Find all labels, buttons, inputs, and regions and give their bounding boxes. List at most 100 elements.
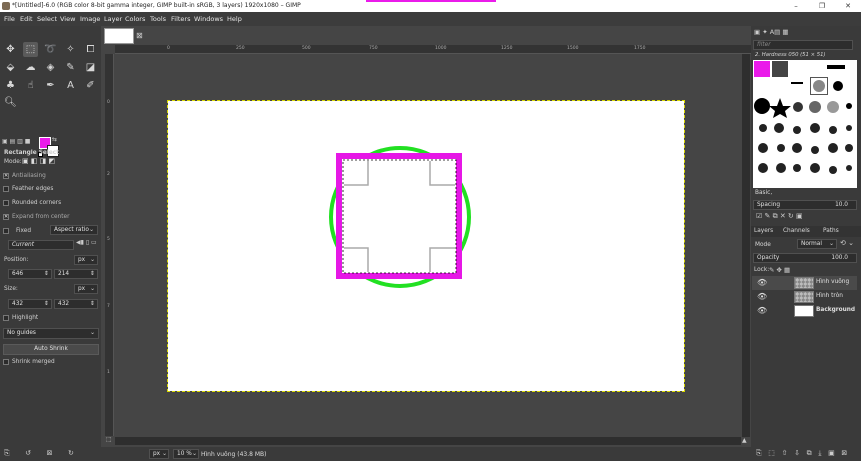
tab-paths[interactable]: Paths bbox=[823, 228, 839, 234]
layer-row[interactable]: 👁︎ Hình tròn bbox=[752, 290, 857, 304]
brush-name: 2. Hardness 050 (51 × 51) bbox=[755, 52, 826, 58]
fuzzy-select-tool-icon[interactable]: ✧ bbox=[63, 42, 78, 57]
transform-tool-icon[interactable]: ⬙ bbox=[3, 60, 18, 75]
ruler-v-label: 2 bbox=[107, 172, 110, 177]
rounded-corners-label: Rounded corners bbox=[12, 200, 62, 206]
lock-icons[interactable]: ✎ ✥ ▦ bbox=[769, 266, 790, 274]
right-dock: ▣ ✦ A▤ ▦ filter 2. Hardness 050 (51 × 51… bbox=[751, 26, 861, 461]
fixed-value-buttons[interactable]: ◀▮ ▯ ▭ bbox=[76, 239, 97, 246]
zoom-select[interactable]: 10 % ⌄ bbox=[173, 449, 199, 459]
maximize-button[interactable]: ❐ bbox=[809, 0, 835, 12]
layer-mode-select[interactable]: Normal ⌄ bbox=[797, 239, 837, 249]
paths-tool-icon[interactable]: ✒ bbox=[43, 78, 58, 93]
unit-select[interactable]: px ⌄ bbox=[149, 449, 169, 459]
position-label: Position: bbox=[4, 257, 29, 263]
lasso-tool-icon[interactable]: ➰ bbox=[43, 42, 58, 57]
rect-select-tool-icon[interactable]: ⬚ bbox=[23, 42, 38, 57]
close-tab-icon[interactable]: ⊠ bbox=[136, 31, 143, 40]
fixed-mode-select[interactable]: Aspect ratio ⌄ bbox=[50, 225, 98, 235]
brush-preset-label: Basic, bbox=[755, 190, 773, 196]
menu-view[interactable]: View bbox=[60, 12, 75, 26]
size-unit-select[interactable]: px ⌄ bbox=[74, 284, 98, 294]
ruler-h-label: 1750 bbox=[634, 46, 646, 51]
tool-options-tab-icons[interactable]: ▣ ▤ ▥ ■ bbox=[2, 138, 30, 145]
crop-tool-icon[interactable]: ⧠ bbox=[83, 42, 98, 57]
menu-windows[interactable]: Windows bbox=[194, 12, 223, 26]
color-picker-tool-icon[interactable]: ✐ bbox=[83, 78, 98, 93]
guides-select[interactable]: No guides ⌄ bbox=[3, 328, 99, 339]
eye-icon[interactable]: 👁︎ bbox=[757, 292, 767, 301]
warp-tool-icon[interactable]: ☁ bbox=[23, 60, 38, 75]
shrink-merged-checkbox[interactable] bbox=[3, 359, 9, 365]
size-width-input[interactable]: 432 ⇕ bbox=[8, 299, 52, 309]
menu-tools[interactable]: Tools bbox=[150, 12, 166, 26]
position-unit-select[interactable]: px ⌄ bbox=[74, 255, 98, 265]
layer-action-buttons[interactable]: ⎘ ⬚ ⇧ ⇩ ⧉ ⤓ ▣ ⊠ bbox=[756, 449, 847, 458]
rounded-corners-checkbox[interactable] bbox=[3, 200, 9, 206]
menu-layer[interactable]: Layer bbox=[104, 12, 122, 26]
paintbrush-tool-icon[interactable]: ✎ bbox=[63, 60, 78, 75]
eye-icon[interactable]: 👁︎ bbox=[757, 278, 767, 287]
quick-mask-icon[interactable]: ⬚ bbox=[106, 436, 112, 443]
zoom-tool-icon[interactable]: 🔍︎ bbox=[3, 95, 18, 110]
brush-action-buttons[interactable]: ☑ ✎ ⧉ ✕ ↻ ▣ bbox=[756, 212, 803, 221]
ruler-h-label: 250 bbox=[236, 46, 245, 51]
auto-shrink-button[interactable]: Auto Shrink bbox=[3, 344, 99, 355]
menu-select[interactable]: Select bbox=[37, 12, 57, 26]
vertical-scrollbar[interactable] bbox=[742, 54, 750, 437]
menu-help[interactable]: Help bbox=[227, 12, 242, 26]
layer-row[interactable]: 👁︎ Background bbox=[752, 304, 857, 318]
tab-channels[interactable]: Channels bbox=[783, 228, 810, 234]
layer-mode-extra-icons[interactable]: ⟲ ⌄ bbox=[840, 239, 854, 247]
close-window-button[interactable]: ✕ bbox=[835, 0, 861, 12]
menu-filters[interactable]: Filters bbox=[171, 12, 190, 26]
dock-tab-icons[interactable]: ▣ ✦ A▤ ▦ bbox=[754, 28, 789, 36]
antialiasing-checkbox[interactable]: ✕ bbox=[3, 173, 9, 179]
tab-layers[interactable]: Layers bbox=[754, 228, 773, 234]
ruler-v-label: 1 bbox=[107, 370, 110, 375]
text-tool-icon[interactable]: A bbox=[63, 78, 78, 93]
image-tab-thumbnail[interactable] bbox=[104, 28, 134, 44]
spacing-slider[interactable]: Spacing 10.0 bbox=[753, 200, 857, 210]
layer-row[interactable]: 👁︎ Hình vuông bbox=[752, 276, 857, 290]
menu-file[interactable]: File bbox=[4, 12, 15, 26]
ruler-h-label: 500 bbox=[302, 46, 311, 51]
eye-icon[interactable]: 👁︎ bbox=[757, 306, 767, 315]
horizontal-scrollbar[interactable] bbox=[115, 437, 741, 445]
toolbox: ✥ ⬚ ➰ ✧ ⧠ ⬙ ☁ ◈ ✎ ◪ ♣ ☝ ✒ A ✐ 🔍︎ ⇆ ▣ ▤ ▥… bbox=[0, 26, 101, 461]
brush-grid[interactable] bbox=[753, 60, 857, 188]
navigate-icon[interactable]: ▲ bbox=[742, 437, 747, 444]
clone-tool-icon[interactable]: ♣ bbox=[3, 78, 18, 93]
ruler-v-label: 7 bbox=[107, 304, 110, 309]
eraser-tool-icon[interactable]: ◪ bbox=[83, 60, 98, 75]
fixed-label: Fixed bbox=[16, 228, 32, 234]
image-canvas[interactable] bbox=[167, 100, 685, 392]
menu-image[interactable]: Image bbox=[80, 12, 100, 26]
menu-bar: File Edit Select View Image Layer Colors… bbox=[0, 12, 861, 26]
brush-previews bbox=[754, 65, 853, 174]
minimize-button[interactable]: – bbox=[783, 0, 809, 12]
position-x-input[interactable]: 646 ⇕ bbox=[8, 269, 52, 279]
move-tool-icon[interactable]: ✥ bbox=[3, 42, 18, 57]
menu-colors[interactable]: Colors bbox=[125, 12, 145, 26]
brush-filter-input[interactable]: filter bbox=[753, 40, 853, 50]
fixed-checkbox[interactable] bbox=[3, 228, 9, 234]
highlight-label: Highlight bbox=[12, 315, 39, 321]
mode-label: Mode: bbox=[4, 159, 22, 165]
layer-thumbnail bbox=[794, 305, 814, 317]
selection-mode-buttons[interactable]: ▣ ◧ ◨ ◩ bbox=[22, 157, 55, 165]
tool-options-footer-buttons[interactable]: ⎘ ↺ ⊠ ↻ bbox=[4, 449, 100, 458]
tool-options-title: Rectangle Select bbox=[4, 150, 59, 156]
opacity-slider[interactable]: Opacity 100.0 bbox=[753, 253, 857, 263]
bucket-fill-tool-icon[interactable]: ◈ bbox=[43, 60, 58, 75]
fixed-value-input[interactable]: Current bbox=[8, 240, 74, 250]
highlight-checkbox[interactable] bbox=[3, 315, 9, 321]
expand-from-center-checkbox[interactable]: ✕ bbox=[3, 214, 9, 220]
menu-edit[interactable]: Edit bbox=[20, 12, 33, 26]
expand-from-center-label: Expand from center bbox=[12, 214, 70, 220]
size-height-input[interactable]: 432 ⇕ bbox=[54, 299, 98, 309]
position-y-input[interactable]: 214 ⇕ bbox=[54, 269, 98, 279]
smudge-tool-icon[interactable]: ☝ bbox=[23, 78, 38, 93]
ruler-h-label: 0 bbox=[167, 46, 170, 51]
feather-edges-checkbox[interactable] bbox=[3, 186, 9, 192]
